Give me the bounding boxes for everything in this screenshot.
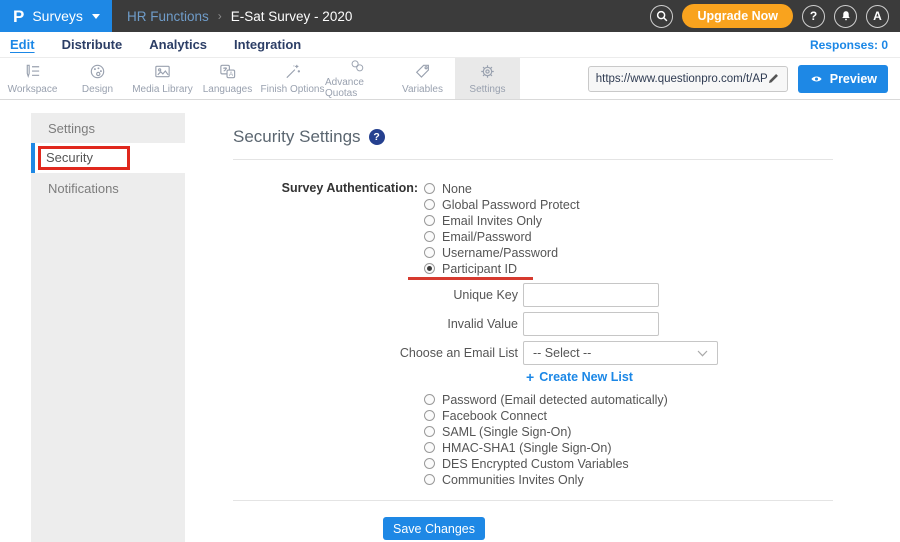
surveys-menu-label: Surveys (32, 8, 83, 24)
tab-analytics[interactable]: Analytics (149, 37, 207, 52)
help-button[interactable]: ? (802, 5, 825, 28)
radio-icon (424, 458, 435, 469)
edit-pencil-icon[interactable] (767, 72, 780, 85)
radio-option-password-email-detected[interactable]: Password (Email detected automatically) (424, 392, 865, 407)
url-preview-group: https://www.questionpro.com/t/APNrFZ Pre… (588, 58, 900, 99)
radio-option-none[interactable]: None (424, 181, 580, 196)
breadcrumb-separator: › (218, 9, 222, 23)
annotation-red-underline (408, 277, 533, 280)
divider (233, 500, 833, 501)
radio-option-global-password-protect[interactable]: Global Password Protect (424, 197, 580, 212)
chevron-down-icon (697, 350, 708, 357)
preview-button[interactable]: Preview (798, 65, 888, 93)
gear-icon (478, 62, 497, 81)
participant-id-fields: Unique Key Invalid Value Choose an Email… (233, 283, 865, 384)
edit-toolbar: Workspace Design Media Library A Languag… (0, 57, 900, 100)
auth-options-group-a: None Global Password Protect Email Invit… (424, 181, 580, 280)
unique-key-input[interactable] (523, 283, 659, 307)
radio-option-username-password[interactable]: Username/Password (424, 245, 580, 260)
toolbar-item-advance-quotas[interactable]: Advance Quotas (325, 58, 390, 99)
radio-icon (424, 410, 435, 421)
responses-count: Responses: 0 (810, 38, 900, 52)
tag-icon (413, 62, 432, 81)
topbar-actions: Upgrade Now ? A (650, 4, 900, 28)
settings-sidebar: Settings Security Notifications (31, 113, 185, 542)
radio-icon (424, 183, 435, 194)
upgrade-now-button[interactable]: Upgrade Now (682, 4, 793, 28)
breadcrumb-survey-name: E-Sat Survey - 2020 (231, 9, 353, 24)
radio-option-des-encrypted[interactable]: DES Encrypted Custom Variables (424, 456, 865, 471)
chain-links-icon (348, 58, 367, 74)
radio-icon (424, 215, 435, 226)
help-icon[interactable]: ? (369, 129, 385, 145)
radio-icon (424, 442, 435, 453)
radio-icon-selected (424, 263, 435, 274)
save-changes-button[interactable]: Save Changes (383, 517, 485, 540)
radio-icon (424, 199, 435, 210)
radio-option-email-invites-only[interactable]: Email Invites Only (424, 213, 580, 228)
toolbar-item-finish-options[interactable]: Finish Options (260, 58, 325, 99)
create-new-list-link[interactable]: + Create New List (526, 370, 865, 384)
auth-options-group-b: Password (Email detected automatically) … (424, 392, 865, 487)
invalid-value-input[interactable] (523, 312, 659, 336)
radio-option-communities-invites-only[interactable]: Communities Invites Only (424, 472, 865, 487)
eye-icon (809, 73, 824, 85)
plus-icon: + (526, 370, 534, 384)
breadcrumb: HR Functions › E-Sat Survey - 2020 (127, 9, 352, 24)
tab-distribute[interactable]: Distribute (62, 37, 123, 52)
tab-integration[interactable]: Integration (234, 37, 301, 52)
search-icon (655, 9, 669, 23)
avatar[interactable]: A (866, 5, 889, 28)
breadcrumb-folder[interactable]: HR Functions (127, 9, 209, 24)
toolbar-item-design[interactable]: Design (65, 58, 130, 99)
sidebar-item-notifications[interactable]: Notifications (31, 173, 185, 203)
toolbar-item-languages[interactable]: A Languages (195, 58, 260, 99)
email-list-label: Choose an Email List (233, 346, 523, 360)
top-navigation-bar: P Surveys HR Functions › E-Sat Survey - … (0, 0, 900, 32)
palette-icon (88, 62, 107, 81)
sidebar-item-settings[interactable]: Settings (31, 113, 185, 143)
divider (233, 159, 833, 160)
surveys-menu[interactable]: P Surveys (0, 0, 112, 32)
bell-icon (839, 9, 853, 23)
settings-content: Settings Security Notifications Security… (0, 100, 900, 542)
survey-url-text: https://www.questionpro.com/t/APNrFZ (596, 73, 767, 85)
notifications-button[interactable] (834, 5, 857, 28)
survey-authentication-label: Survey Authentication: (233, 181, 418, 280)
chevron-down-icon (92, 14, 100, 19)
sidebar-item-security[interactable]: Security (31, 143, 185, 173)
survey-url-field[interactable]: https://www.questionpro.com/t/APNrFZ (588, 66, 788, 92)
toolbar-item-settings[interactable]: Settings (455, 58, 520, 99)
radio-icon (424, 394, 435, 405)
tab-edit[interactable]: Edit (10, 37, 35, 52)
magic-wand-icon (283, 62, 302, 81)
survey-nav-tabs: Edit Distribute Analytics Integration Re… (0, 32, 900, 57)
toolbar-item-workspace[interactable]: Workspace (0, 58, 65, 99)
radio-icon (424, 247, 435, 258)
annotation-red-box: Security (38, 146, 130, 170)
radio-option-email-password[interactable]: Email/Password (424, 229, 580, 244)
search-button[interactable] (650, 5, 673, 28)
invalid-value-label: Invalid Value (233, 317, 523, 331)
radio-icon (424, 474, 435, 485)
security-settings-panel: Security Settings ? Survey Authenticatio… (185, 113, 865, 542)
translate-icon: A (218, 62, 237, 81)
image-icon (153, 62, 172, 81)
page-title: Security Settings (233, 127, 361, 147)
toolbar-item-media-library[interactable]: Media Library (130, 58, 195, 99)
unique-key-label: Unique Key (233, 288, 523, 302)
radio-icon (424, 426, 435, 437)
workspace-icon (23, 62, 42, 81)
radio-option-participant-id[interactable]: Participant ID (424, 261, 580, 276)
email-list-select[interactable]: -- Select -- (523, 341, 718, 365)
questionpro-logo: P (13, 8, 24, 25)
toolbar-item-variables[interactable]: Variables (390, 58, 455, 99)
radio-icon (424, 231, 435, 242)
radio-option-facebook-connect[interactable]: Facebook Connect (424, 408, 865, 423)
radio-option-saml[interactable]: SAML (Single Sign-On) (424, 424, 865, 439)
radio-option-hmac-sha1[interactable]: HMAC-SHA1 (Single Sign-On) (424, 440, 865, 455)
